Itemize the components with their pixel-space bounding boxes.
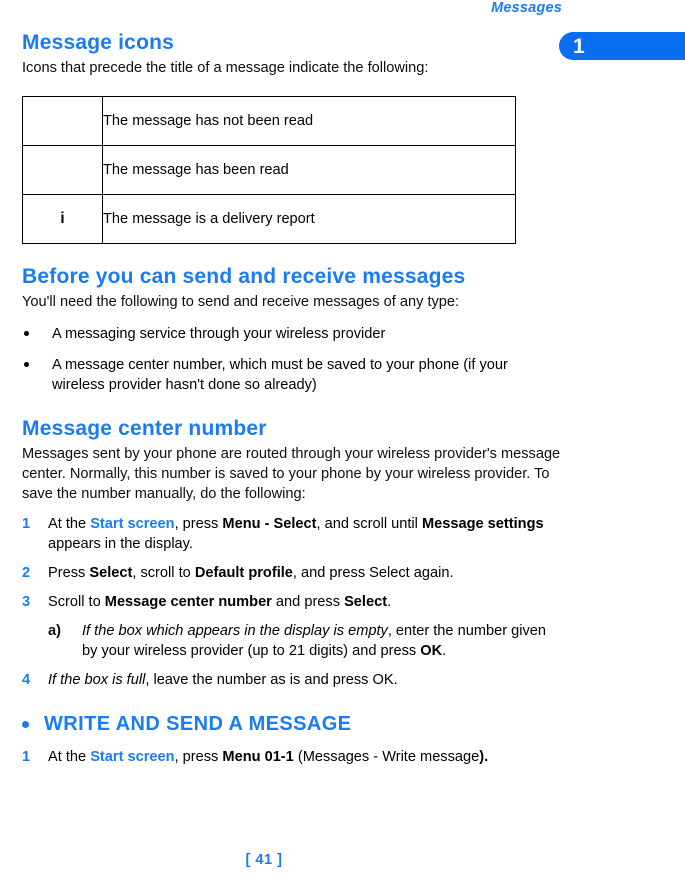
- substep-text-run: .: [442, 643, 447, 659]
- list-item-label: A messaging service through your wireles…: [52, 326, 386, 342]
- message-icons-intro: Icons that precede the title of a messag…: [22, 60, 429, 76]
- step-text-run-bold: Message center number: [104, 594, 272, 610]
- read-message-icon: [22, 145, 103, 195]
- step-text-run: , leave the number as is and press OK.: [145, 672, 398, 688]
- step-number: 2: [22, 565, 31, 581]
- step-text-run-highlight: Start screen: [90, 749, 175, 765]
- table-cell-description: The message has not been read: [102, 96, 516, 146]
- list-item: A messaging service through your wireles…: [22, 324, 562, 344]
- step-text-run-italic: If the box is full: [48, 672, 146, 688]
- before-send-intro: You'll need the following to send and re…: [22, 294, 460, 310]
- list-item: 1 At the Start screen, press Menu - Sele…: [22, 514, 562, 554]
- page-content: Message icons Icons that precede the tit…: [22, 30, 562, 776]
- step-text-run-bold: Menu - Select: [222, 516, 317, 532]
- step-text-run: (Messages - Write message: [293, 749, 480, 765]
- step-text-run: , scroll to: [132, 565, 195, 581]
- section-heading-message-center: Message center number: [22, 417, 267, 440]
- list-item-label: A message center number, which must be s…: [52, 357, 508, 393]
- step-text-run: Scroll to: [48, 594, 105, 610]
- step-text-run: Press: [48, 565, 90, 581]
- step-number: 1: [22, 516, 31, 532]
- list-item: 1 At the Start screen, press Menu 01-1 (…: [22, 747, 562, 767]
- section-heading-message-icons: Message icons: [22, 31, 174, 54]
- step-text-run-bold: Message settings: [421, 516, 544, 532]
- step-text-run-bold: ).: [479, 749, 489, 765]
- unread-message-icon: [22, 96, 103, 146]
- list-item: A message center number, which must be s…: [22, 355, 562, 395]
- list-item: 3 Scroll to Message center number and pr…: [22, 592, 562, 661]
- major-section-heading-row: WRITE AND SEND A MESSAGE: [22, 712, 562, 737]
- table-row: The message has not been read: [22, 96, 516, 146]
- step-number: 3: [22, 594, 31, 610]
- step-text-run: , press: [174, 749, 223, 765]
- substep-label: a): [48, 623, 61, 639]
- write-send-step-list: 1 At the Start screen, press Menu 01-1 (…: [22, 747, 562, 767]
- table-cell-description: The message has been read: [102, 145, 516, 195]
- bullet-dot-icon: [24, 362, 29, 367]
- step-text-run: At the: [48, 749, 91, 765]
- step-text-run: , and scroll until: [316, 516, 422, 532]
- table-row: The message has been read: [22, 145, 516, 195]
- manual-page: Messages 1 Message icons Icons that prec…: [0, 0, 685, 879]
- substep-text-run-italic: If the box which appears in the display …: [82, 623, 388, 639]
- table-cell-description: The message is a delivery report: [102, 194, 516, 244]
- chapter-tab: 1: [559, 32, 685, 60]
- substep-text-run-bold: OK: [420, 643, 443, 659]
- step-text-run-bold: Select: [89, 565, 133, 581]
- section-heading-before-send: Before you can send and receive messages: [22, 265, 466, 288]
- step-text-run: , press: [174, 516, 223, 532]
- list-item: a) If the box which appears in the displ…: [48, 621, 562, 661]
- step-text-run-bold: Menu 01-1: [222, 749, 294, 765]
- delivery-report-icon: i: [22, 194, 103, 244]
- running-header: Messages: [491, 0, 562, 16]
- step-number: 4: [22, 672, 31, 688]
- message-icons-table: The message has not been read The messag…: [22, 96, 516, 244]
- step-text-run: and press: [271, 594, 345, 610]
- major-bullet-icon: [22, 721, 29, 728]
- step-number: 1: [22, 749, 31, 765]
- list-item: 4 If the box is full, leave the number a…: [22, 670, 562, 690]
- section-heading-write-send: WRITE AND SEND A MESSAGE: [44, 713, 352, 735]
- bullet-dot-icon: [24, 331, 29, 336]
- message-center-intro: Messages sent by your phone are routed t…: [22, 446, 561, 502]
- step-text-run-bold: Default profile: [194, 565, 293, 581]
- step-text-run-highlight: Start screen: [90, 516, 175, 532]
- step-text-run: .: [387, 594, 392, 610]
- step-text-run: , and press Select again.: [292, 565, 454, 581]
- table-row: i The message is a delivery report: [22, 194, 516, 244]
- step-text-run: appears in the display.: [48, 536, 193, 552]
- step-text-run: At the: [48, 516, 91, 532]
- message-center-substep-list: a) If the box which appears in the displ…: [48, 621, 562, 661]
- message-center-step-list: 1 At the Start screen, press Menu - Sele…: [22, 514, 562, 690]
- list-item: 2 Press Select, scroll to Default profil…: [22, 563, 562, 583]
- before-send-bullet-list: A messaging service through your wireles…: [22, 324, 562, 395]
- chapter-tab-number: 1: [573, 35, 585, 58]
- step-text-run-bold: Select: [344, 594, 388, 610]
- page-footer: [ 41 ]: [245, 852, 283, 868]
